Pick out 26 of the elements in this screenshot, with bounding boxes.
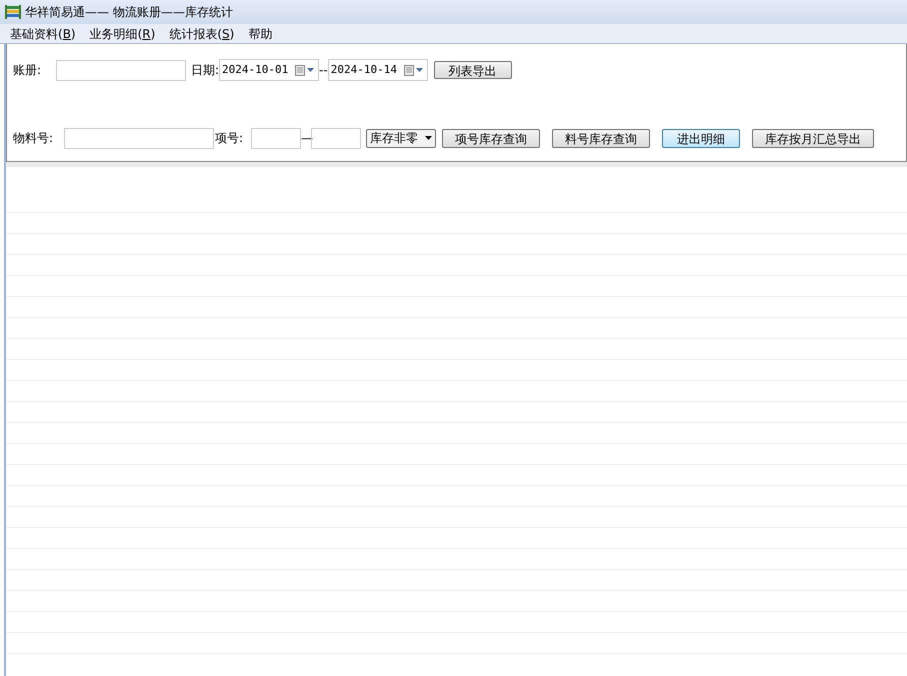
ledger-field[interactable]: [56, 60, 186, 80]
date-separator: --: [319, 62, 328, 79]
item-from-field[interactable]: [251, 128, 301, 148]
calendar-dropdown-icon: [404, 64, 424, 76]
query-button[interactable]: 进出明细: [662, 128, 740, 148]
app-icon: [5, 5, 21, 19]
date-picker[interactable]: 2024-10-14: [328, 59, 428, 81]
menu-item[interactable]: 帮助: [248, 24, 272, 42]
item-label: 项号:: [215, 130, 244, 147]
material-field[interactable]: [64, 128, 214, 148]
query-button[interactable]: 料号库存查询: [552, 128, 650, 148]
date-label: 日期:: [191, 62, 220, 79]
material-label: 物料号:: [13, 130, 54, 147]
item-to-field[interactable]: [311, 128, 361, 148]
menu-item[interactable]: 业务明细(R): [90, 24, 156, 42]
date-picker[interactable]: 2024-10-01: [219, 59, 320, 81]
query-button[interactable]: 项号库存查询: [442, 128, 540, 148]
calendar-dropdown-icon: [295, 64, 316, 76]
export-list-button[interactable]: 列表导出: [434, 61, 512, 79]
menu-item[interactable]: 基础资料(B): [10, 24, 76, 42]
stock-filter-dropdown[interactable]: 库存非零: [366, 128, 436, 148]
dropdown-arrow-icon: [425, 136, 432, 140]
menu-item[interactable]: 统计报表(S): [169, 24, 234, 42]
window-title: 华祥简易通—— 物流账册——库存统计: [25, 4, 233, 21]
query-button[interactable]: 库存按月汇总导出: [752, 128, 874, 148]
ledger-label: 账册:: [13, 62, 42, 79]
